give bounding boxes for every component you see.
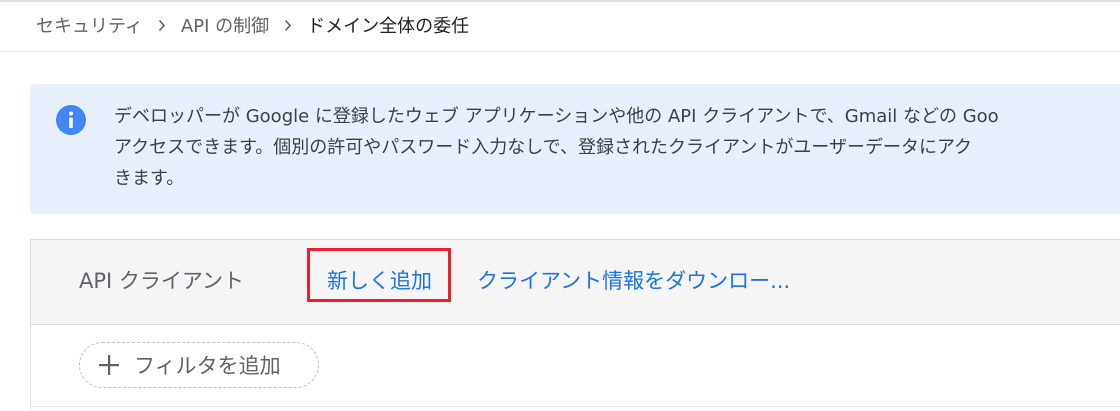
info-banner-text: デベロッパーが Google に登録したウェブ アプリケーションや他の API … (114, 101, 1120, 194)
download-client-info-link[interactable]: クライアント情報をダウンロー... (477, 265, 790, 295)
info-banner-line: きます。 (114, 168, 185, 189)
info-banner-line: アクセスできます。個別の許可やパスワード入力なしで、登録されたクライアントがユー… (114, 137, 973, 158)
table-header-divider (31, 406, 1120, 407)
info-banner-line: デベロッパーが Google に登録したウェブ アプリケーションや他の API … (114, 106, 999, 127)
api-clients-panel: API クライアント 新しく追加 クライアント情報をダウンロー... フィルタを… (30, 239, 1120, 411)
breadcrumb: セキュリティ API の制御 ドメイン全体の委任 (36, 10, 469, 40)
api-clients-title: API クライアント (79, 269, 245, 293)
page: セキュリティ API の制御 ドメイン全体の委任 デベロッパーが Google … (0, 0, 1120, 411)
highlight-box (307, 248, 451, 302)
breadcrumb-divider (0, 51, 1120, 52)
chevron-right-icon (155, 19, 169, 32)
breadcrumb-item-api-controls[interactable]: API の制御 (181, 12, 269, 38)
top-border (0, 0, 1120, 2)
plus-icon (98, 354, 120, 376)
info-icon (56, 105, 86, 135)
api-clients-toolbar: API クライアント 新しく追加 クライアント情報をダウンロー... (31, 240, 1120, 325)
breadcrumb-item-security[interactable]: セキュリティ (36, 12, 143, 38)
chevron-right-icon (281, 19, 295, 32)
add-filter-label: フィルタを追加 (134, 354, 281, 378)
breadcrumb-item-domain-wide-delegation: ドメイン全体の委任 (307, 16, 470, 37)
add-filter-button[interactable]: フィルタを追加 (79, 342, 319, 388)
info-banner: デベロッパーが Google に登録したウェブ アプリケーションや他の API … (30, 84, 1120, 214)
